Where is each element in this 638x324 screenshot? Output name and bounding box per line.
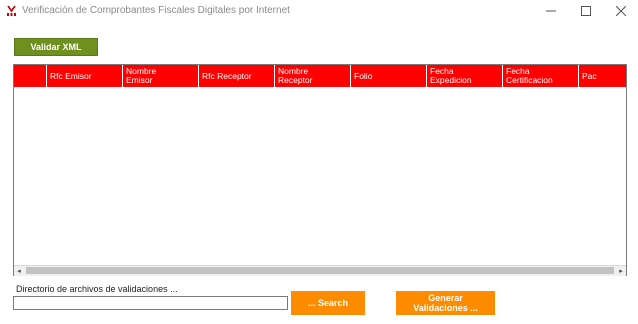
scroll-left-arrow-icon[interactable]: ◂ [14,266,24,276]
column-header-fecha-certificacion[interactable]: Fecha Certificacion [502,65,578,87]
title-bar: Verificación de Comprobantes Fiscales Di… [0,0,638,22]
minimize-button[interactable] [534,0,568,22]
column-header-fecha-expedicion[interactable]: Fecha Expedicion [426,65,502,87]
grid-header: Rfc Emisor Nombre Emisor Rfc Receptor No… [14,65,626,87]
search-button[interactable]: ... Search [291,291,365,315]
generate-validations-button[interactable]: Generar Validaciones ... [396,291,495,315]
generate-validations-label: Generar Validaciones ... [413,293,478,313]
results-grid[interactable]: Rfc Emisor Nombre Emisor Rfc Receptor No… [13,64,627,276]
column-header-rfc-emisor[interactable]: Rfc Emisor [46,65,122,87]
column-header-rfc-receptor[interactable]: Rfc Receptor [198,65,274,87]
scroll-thumb[interactable] [26,267,614,274]
close-icon [616,6,626,16]
column-header-nombre-emisor[interactable]: Nombre Emisor [122,65,198,87]
column-header-row-selector[interactable] [14,65,46,87]
column-header-nombre-receptor[interactable]: Nombre Receptor [274,65,350,87]
app-logo-icon [7,5,16,16]
validar-xml-button[interactable]: Validar XML [14,38,98,56]
directory-input[interactable] [13,296,288,310]
scroll-right-arrow-icon[interactable]: ▸ [616,266,626,276]
column-header-pac[interactable]: Pac [578,65,626,87]
maximize-button[interactable] [569,0,603,22]
horizontal-scrollbar[interactable]: ◂ ▸ [14,265,626,276]
close-button[interactable] [604,0,638,22]
maximize-icon [581,6,591,16]
directory-label: Directorio de archivos de validaciones .… [16,284,178,294]
minimize-icon [546,10,556,12]
window-title: Verificación de Comprobantes Fiscales Di… [22,5,290,16]
column-header-folio[interactable]: Folio [350,65,426,87]
